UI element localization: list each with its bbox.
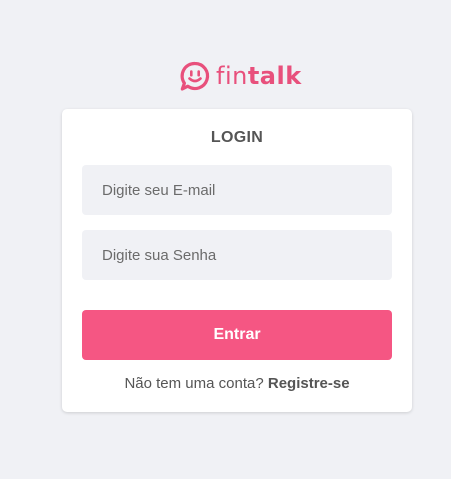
brand-name-part2: talk — [247, 62, 302, 90]
login-submit-button[interactable]: Entrar — [82, 310, 392, 360]
login-card: LOGIN Entrar Não tem uma conta? Registre… — [62, 109, 412, 412]
password-input[interactable] — [82, 230, 392, 280]
fintalk-logo: fin talk — [178, 58, 302, 94]
chat-bubble-smile-icon — [180, 61, 210, 91]
login-title: LOGIN — [210, 129, 264, 146]
brand-name: fin talk — [216, 58, 302, 94]
register-link[interactable]: Registre-se — [268, 375, 350, 392]
brand-name-part1: fin — [216, 62, 248, 90]
register-prompt: Não tem uma conta? Registre-se — [62, 375, 412, 392]
register-prompt-text: Não tem uma conta? — [124, 375, 264, 392]
email-input[interactable] — [82, 165, 392, 215]
